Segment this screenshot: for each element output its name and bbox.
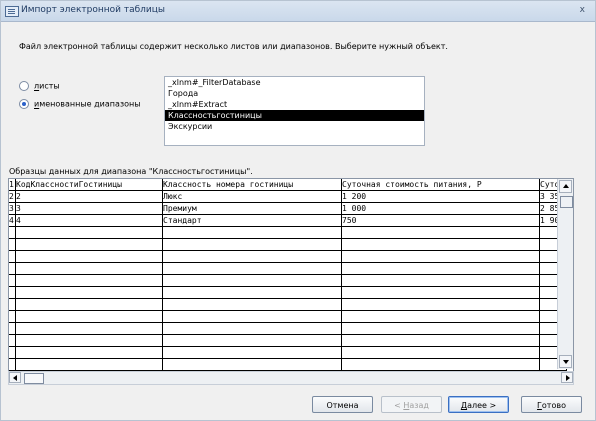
table-cell — [15, 262, 163, 275]
sheets-option[interactable]: листы — [19, 81, 60, 91]
table-cell — [162, 358, 342, 371]
spreadsheet-icon — [5, 6, 19, 17]
table-row — [9, 274, 567, 287]
table-cell — [341, 322, 540, 335]
table-cell — [341, 262, 540, 275]
list-item[interactable]: Города — [165, 88, 424, 99]
table-cell: 3 — [15, 202, 163, 215]
table-cell — [341, 358, 540, 371]
table-cell — [15, 322, 163, 335]
horizontal-scrollbar[interactable] — [8, 371, 574, 385]
table-cell: 1 200 — [341, 190, 540, 203]
list-item[interactable]: Экскурсии — [165, 121, 424, 132]
table-row — [9, 226, 567, 239]
table-cell — [162, 322, 342, 335]
ranges-label: именованные диапазоны — [34, 99, 141, 109]
scroll-up-button[interactable] — [559, 180, 572, 193]
data-preview-grid[interactable]: 1 КодКлассностиГостиницы Классность номера… — [8, 178, 574, 372]
table-cell — [341, 238, 540, 251]
list-item-selected[interactable]: Классностьгостиницы — [165, 110, 424, 121]
next-button[interactable]: Далее > — [448, 396, 509, 413]
vertical-scrollbar[interactable] — [557, 179, 573, 369]
table-cell: 2 — [15, 190, 163, 203]
table-cell — [162, 346, 342, 359]
table-cell: 4 — [15, 214, 163, 227]
ranges-radio[interactable] — [19, 99, 29, 109]
table-cell — [15, 226, 163, 239]
table-cell: Суточная стоимость питания, Р — [341, 179, 540, 191]
table-cell — [162, 226, 342, 239]
cancel-button[interactable]: Отмена — [312, 396, 373, 413]
table-cell — [15, 250, 163, 263]
sheets-radio[interactable] — [19, 81, 29, 91]
table-cell — [15, 298, 163, 311]
horizontal-scroll-thumb[interactable] — [24, 373, 44, 384]
scroll-right-button[interactable] — [561, 372, 573, 383]
table-row — [9, 262, 567, 275]
table-cell — [341, 334, 540, 347]
table-row — [9, 346, 567, 359]
table-cell — [15, 286, 163, 299]
table-row: 1 КодКлассностиГостиницы Классность номера… — [9, 179, 567, 191]
table-cell: Стандарт — [162, 214, 342, 227]
vertical-scroll-thumb[interactable] — [560, 196, 573, 208]
table-cell — [341, 274, 540, 287]
table-cell — [162, 298, 342, 311]
ranges-listbox[interactable]: _xlnm#_FilterDatabase Города _xlnm#Extra… — [164, 76, 425, 146]
table-cell — [341, 310, 540, 323]
table-cell: Люкс — [162, 190, 342, 203]
table-cell — [15, 274, 163, 287]
title-bar[interactable]: Импорт электронной таблицы x — [1, 1, 595, 22]
table-cell: КодКлассностиГостиницы — [15, 179, 163, 191]
list-item[interactable]: _xlnm#_FilterDatabase — [165, 77, 424, 88]
table-row: 3 3 Премиум 1 000 2 85 — [9, 202, 567, 215]
table-cell — [162, 310, 342, 323]
scroll-left-button[interactable] — [9, 372, 21, 383]
table-cell — [15, 310, 163, 323]
finish-button[interactable]: Готово — [521, 396, 582, 413]
table-row — [9, 310, 567, 323]
table-cell — [15, 238, 163, 251]
table-cell — [341, 298, 540, 311]
table-cell — [15, 334, 163, 347]
import-dialog: Импорт электронной таблицы x Файл электр… — [0, 0, 596, 421]
table-cell — [15, 358, 163, 371]
table-row — [9, 322, 567, 335]
table-cell — [341, 226, 540, 239]
table-row — [9, 250, 567, 263]
ranges-option[interactable]: именованные диапазоны — [19, 99, 141, 109]
table-row — [9, 334, 567, 347]
table-cell — [162, 334, 342, 347]
table-cell: 1 000 — [341, 202, 540, 215]
table-row — [9, 286, 567, 299]
table-cell — [15, 346, 163, 359]
table-row — [9, 298, 567, 311]
table-row: 4 4 Стандарт 750 1 90 — [9, 214, 567, 227]
sample-data-label: Образцы данных для диапазона "Классность… — [9, 167, 253, 176]
table-cell — [162, 286, 342, 299]
intro-text: Файл электронной таблицы содержит нескол… — [19, 42, 448, 51]
table-cell — [341, 250, 540, 263]
scroll-down-button[interactable] — [559, 355, 572, 368]
table-row — [9, 358, 567, 371]
table-cell — [162, 274, 342, 287]
table-cell: Премиум — [162, 202, 342, 215]
sheets-label: листы — [34, 81, 60, 91]
table-cell — [341, 286, 540, 299]
close-icon[interactable]: x — [580, 5, 585, 15]
table-cell — [162, 238, 342, 251]
table-cell: Классность номера гостиницы — [162, 179, 342, 191]
window-title: Импорт электронной таблицы — [21, 5, 165, 15]
table-cell — [341, 346, 540, 359]
table-row — [9, 238, 567, 251]
back-button[interactable]: < Назад — [381, 396, 442, 413]
table-cell: 750 — [341, 214, 540, 227]
table-row: 2 2 Люкс 1 200 3 35 — [9, 190, 567, 203]
data-table: 1 КодКлассностиГостиницы Классность номера… — [9, 179, 567, 371]
table-cell — [162, 262, 342, 275]
table-cell — [162, 250, 342, 263]
list-item[interactable]: _xlnm#Extract — [165, 99, 424, 110]
